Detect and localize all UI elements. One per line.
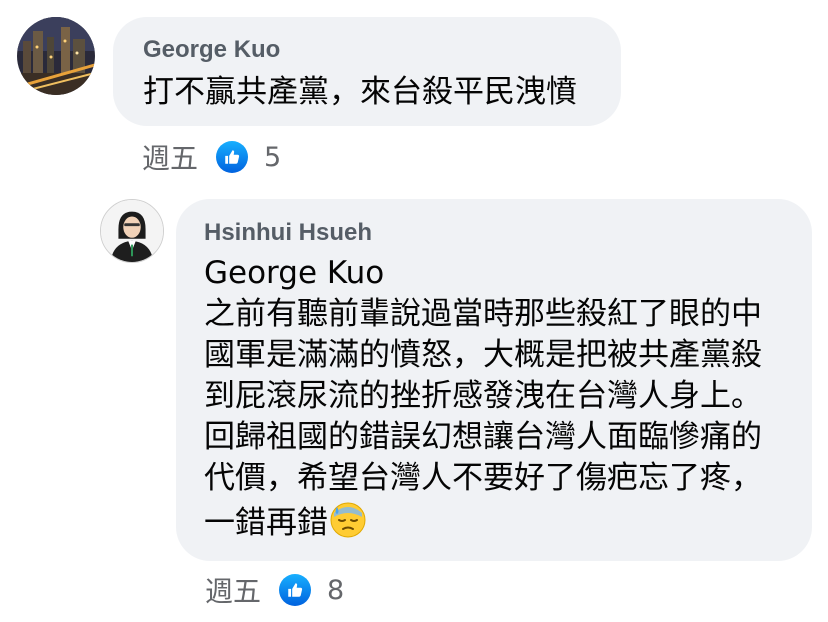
comment-text-line: 國軍是滿滿的憤怒，大概是把被共產黨殺 — [204, 337, 762, 373]
comment-text-line: 到屁滾尿流的挫折感發洩在台灣人身上。 — [204, 378, 762, 414]
comment-text-line: 回歸祖國的錯誤幻想讓台灣人面臨慘痛的 — [204, 419, 762, 455]
comment-meta: 週五 5 — [142, 137, 281, 177]
comment-bubble: George Kuo 打不贏共產黨，來台殺平民洩憤 — [113, 17, 621, 126]
mention-link[interactable]: George Kuo — [204, 253, 384, 294]
comment-bubble: Hsinhui Hsueh George Kuo 之前有聽前輩說過當時那些殺紅了… — [176, 199, 812, 561]
comment-text-line: 之前有聽前輩說過當時那些殺紅了眼的中 — [204, 296, 762, 332]
like-icon — [279, 574, 312, 606]
comment-author[interactable]: Hsinhui Hsueh — [204, 219, 372, 247]
reaction-count[interactable]: 5 — [264, 142, 281, 173]
avatar-hsinhui-hsueh[interactable] — [100, 199, 164, 263]
like-icon — [216, 141, 249, 173]
comment-timestamp[interactable]: 週五 — [205, 570, 261, 610]
comment-author[interactable]: George Kuo — [143, 36, 280, 64]
downcast-face-with-sweat-emoji — [328, 499, 368, 539]
reaction-count[interactable]: 8 — [327, 575, 344, 606]
comment-text-line: 一錯再錯 — [204, 505, 328, 541]
comment-meta: 週五 8 — [205, 570, 344, 610]
comment-text-line: 代價，希望台灣人不要好了傷疤忘了疼， — [204, 460, 762, 496]
comment-text-line-last: 一錯再錯 — [204, 499, 368, 544]
avatar-george-kuo[interactable] — [17, 17, 95, 95]
comment-text: 打不贏共產黨，來台殺平民洩憤 — [143, 74, 577, 110]
comment-timestamp[interactable]: 週五 — [142, 137, 198, 177]
